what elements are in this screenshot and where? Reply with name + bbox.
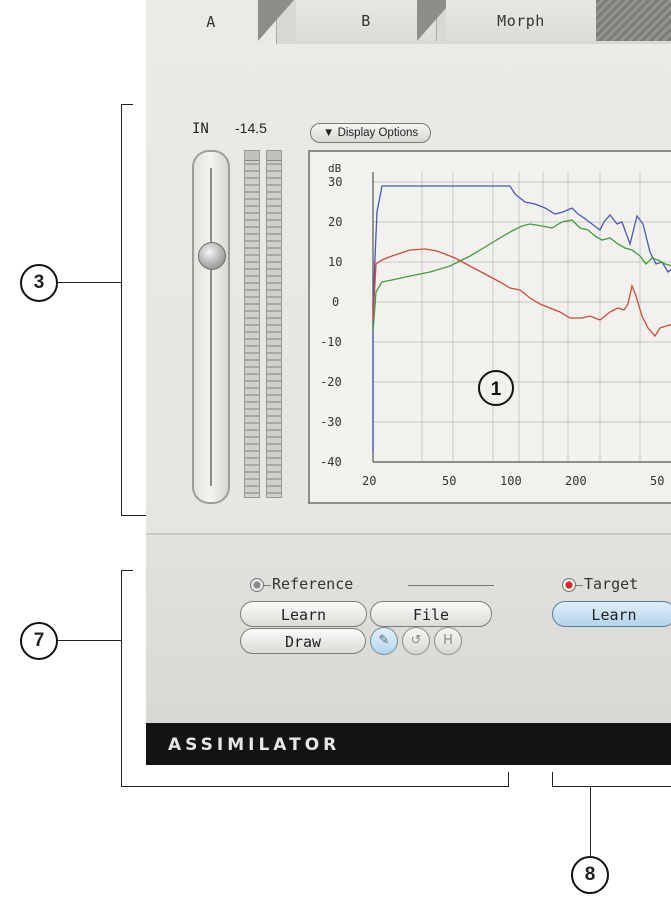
- reference-file-button[interactable]: File: [370, 601, 492, 627]
- callout-7: 7: [20, 622, 58, 660]
- tab-b[interactable]: B: [296, 0, 437, 41]
- target-learn-button[interactable]: Learn: [552, 601, 671, 627]
- x-tick-label: 50: [442, 474, 456, 488]
- tab-morph[interactable]: Morph: [446, 0, 597, 41]
- x-tick-label: 20: [362, 474, 376, 488]
- y-tick-label: -10: [320, 335, 342, 349]
- target-label: Target: [584, 575, 639, 593]
- eq-graph[interactable]: dB 30 20 10 0 -10 -20 -30 -40 20 50 100 …: [308, 150, 671, 504]
- target-radio[interactable]: [562, 578, 576, 592]
- reference-line-left: [263, 585, 271, 586]
- y-tick-label: -30: [320, 415, 342, 429]
- callout-1: 1: [491, 379, 502, 400]
- callout-bracket-8: [552, 786, 671, 787]
- input-meter-readout: -14.5: [235, 120, 267, 136]
- x-tick-label: 100: [500, 474, 522, 488]
- callout-bracket-7-end: [508, 772, 509, 786]
- reference-radio[interactable]: [250, 578, 264, 592]
- reference-line-right: [408, 585, 494, 586]
- input-gain-slider[interactable]: [192, 150, 230, 504]
- graph-y-unit: dB: [328, 162, 342, 175]
- display-options-dropdown[interactable]: ▼ Display Options: [310, 123, 432, 143]
- y-tick-label: -20: [320, 375, 342, 389]
- reference-label: Reference: [272, 575, 354, 593]
- tab-bar: A B Morph: [146, 0, 671, 44]
- brand-logo-text: ASSIMILATOR: [168, 735, 341, 755]
- callout-leader-7: [56, 640, 121, 641]
- undo-icon[interactable]: ↺: [402, 627, 430, 655]
- callout-3: 3: [20, 264, 58, 302]
- slider-knob[interactable]: [198, 242, 226, 270]
- slider-groove: [210, 168, 212, 486]
- input-label: IN: [192, 121, 209, 137]
- x-tick-label: 50: [650, 474, 664, 488]
- callout-bracket-8-start: [552, 772, 553, 786]
- meter-clip-indicator: [245, 151, 259, 161]
- y-tick-label: 0: [332, 295, 339, 309]
- input-meter-right: [266, 150, 282, 498]
- graph-gridlines: [373, 172, 671, 463]
- tab-bar-end-shading: [596, 0, 671, 41]
- x-tick-label: 200: [565, 474, 587, 488]
- tab-separator: [258, 0, 294, 41]
- assimilator-plugin-window: A B Morph IN -14.5 ▼ Display Options dB …: [146, 0, 671, 765]
- eq-graph-canvas: dB 30 20 10 0 -10 -20 -30 -40 20 50 100 …: [320, 162, 671, 488]
- callout-leader-8: [590, 786, 591, 856]
- hold-icon[interactable]: H: [434, 627, 462, 655]
- callout-bracket-7-top: [121, 570, 133, 571]
- y-tick-label: 30: [328, 175, 342, 189]
- y-tick-label: 20: [328, 215, 342, 229]
- meter-clip-indicator: [267, 151, 281, 161]
- callout-bracket-3-top: [121, 104, 133, 105]
- callout-8: 8: [571, 856, 609, 894]
- eq-curve-green: [372, 219, 671, 333]
- input-meter-left: [244, 150, 260, 498]
- reference-learn-button[interactable]: Learn: [240, 601, 367, 627]
- callout-leader-3: [56, 282, 121, 283]
- pencil-icon[interactable]: ✎: [370, 627, 398, 655]
- y-tick-label: 10: [328, 255, 342, 269]
- y-tick-label: -40: [320, 455, 342, 469]
- reference-draw-button[interactable]: Draw: [240, 628, 366, 654]
- footer-bar: ASSIMILATOR: [146, 723, 671, 765]
- target-line-left: [575, 585, 583, 586]
